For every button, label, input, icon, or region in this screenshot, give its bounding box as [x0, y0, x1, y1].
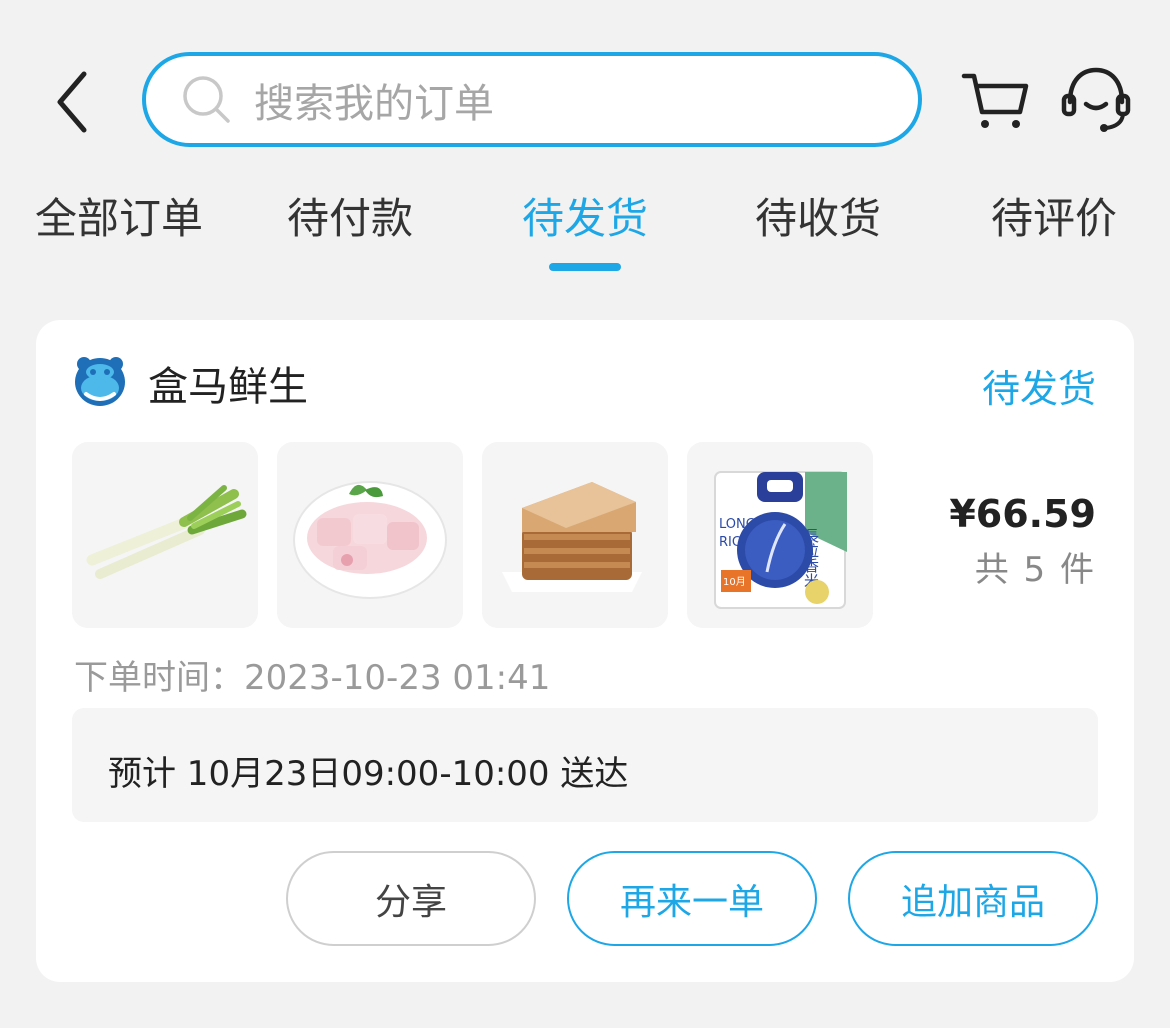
tab-pending-shipment[interactable]: 待发货 — [514, 185, 656, 255]
reorder-button[interactable]: 再来一单 — [567, 851, 817, 946]
hippo-logo-icon — [75, 357, 125, 406]
tab-pending-review[interactable]: 待评价 — [984, 185, 1124, 255]
item-count: 共 5 件 — [974, 550, 1096, 590]
back-button[interactable] — [40, 62, 110, 142]
product-thumbnail-3[interactable] — [482, 442, 668, 628]
tab-pending-payment[interactable]: 待付款 — [280, 185, 420, 255]
cart-icon — [961, 73, 1029, 128]
share-button[interactable]: 分享 — [286, 851, 536, 946]
product-thumbnail-1[interactable] — [72, 442, 258, 628]
customer-service-button[interactable] — [1058, 64, 1134, 136]
cart-button[interactable] — [960, 66, 1030, 136]
product-thumbnail-2[interactable] — [277, 442, 463, 628]
add-items-button[interactable]: 追加商品 — [848, 851, 1098, 946]
delivery-estimate: 预计 10月23日09:00-10:00 送达 — [108, 754, 629, 794]
order-price: ¥66.59 — [949, 492, 1096, 536]
pork-image — [277, 442, 463, 628]
search-icon — [183, 75, 230, 123]
rice-label-date: 10月 — [723, 576, 746, 588]
order-time-value: 2023-10-23 01:41 — [244, 658, 551, 698]
product-thumbnail-4[interactable]: LONG RIC 長粒香米 10月 — [687, 442, 873, 628]
order-status: 待发货 — [981, 367, 1096, 411]
order-tabs: 全部订单 待付款 待发货 待收货 待评价 — [0, 185, 1170, 275]
rice-bag-image: LONG RIC 長粒香米 10月 — [687, 442, 873, 628]
search-input[interactable]: 搜索我的订单 — [142, 52, 922, 147]
active-tab-indicator — [549, 263, 621, 271]
rice-label-chinese: 長粒香米 — [802, 528, 820, 588]
rice-label-ric: RIC — [719, 535, 741, 550]
tab-all-orders[interactable]: 全部订单 — [30, 185, 208, 255]
order-time: 下单时间：2023-10-23 01:41 — [74, 650, 550, 699]
green-onion-image — [72, 442, 258, 628]
order-time-label: 下单时间： — [74, 658, 244, 698]
headset-icon — [1061, 67, 1131, 132]
store-name[interactable]: 盒马鲜生 — [148, 354, 308, 412]
tab-pending-receipt[interactable]: 待收货 — [748, 185, 888, 255]
chevron-left-icon — [57, 71, 87, 133]
search-placeholder: 搜索我的订单 — [254, 80, 494, 127]
toast-bread-image — [482, 442, 668, 628]
delivery-estimate-box: 预计 10月23日09:00-10:00 送达 — [72, 708, 1098, 822]
header-bar: 搜索我的订单 — [0, 0, 1170, 170]
order-card[interactable]: 盒马鲜生 待发货 LONG RIC 長粒香米 10月 ¥66.59 共 5 件 … — [36, 320, 1134, 982]
rice-label-long: LONG — [719, 517, 756, 532]
